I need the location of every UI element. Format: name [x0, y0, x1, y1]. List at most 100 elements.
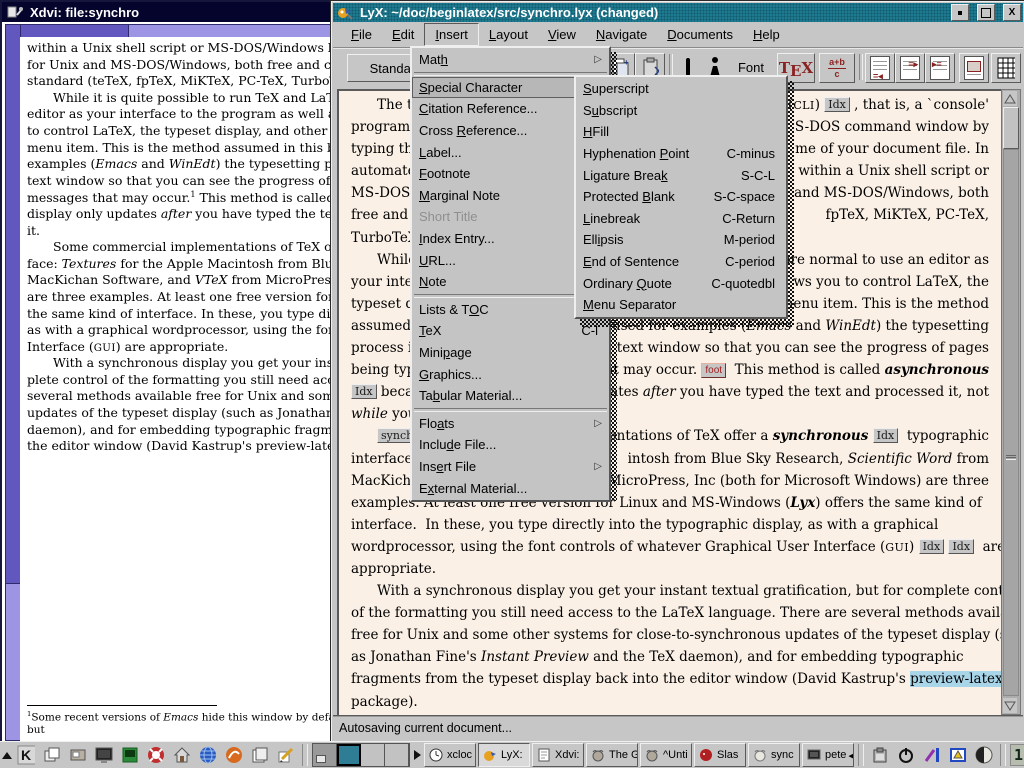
document-line: of the formatting you still need access …: [351, 605, 989, 627]
launcher-k-menu[interactable]: K: [14, 743, 38, 767]
xdvi-titlebar[interactable]: Xdvi: file:synchro: [2, 2, 338, 22]
scrollbar-track[interactable]: [1003, 149, 1019, 696]
scroll-down-arrow[interactable]: [1003, 698, 1017, 713]
panel-separator: [858, 744, 864, 766]
idx-inset[interactable]: Idx: [873, 428, 899, 443]
task-button-xdvi[interactable]: Xdvi:: [532, 743, 584, 767]
pager-desktop-3[interactable]: [361, 744, 385, 766]
xdvi-text: within a Unix shell script or MS-DOS/Win…: [27, 40, 338, 455]
svg-text:+: +: [624, 58, 629, 67]
launcher-desktop-files[interactable]: [66, 743, 90, 767]
svg-text:K: K: [21, 747, 31, 763]
menu-item-ordinary-quote[interactable]: Ordinary QuoteC-quotedbl: [576, 272, 786, 294]
xdvi-horizontal-scrollbar[interactable]: [20, 24, 338, 38]
applet-paint-tool[interactable]: [920, 743, 944, 767]
task-button-the-g[interactable]: The G: [586, 743, 638, 767]
idx-inset[interactable]: Idx: [824, 97, 850, 112]
lcd-clock[interactable]: 12:31: [1010, 744, 1024, 766]
menu-item-minipage[interactable]: Minipage: [412, 342, 609, 364]
launcher-terminal[interactable]: [92, 743, 116, 767]
idx-inset[interactable]: Idx: [948, 539, 974, 554]
taskbar-expand-arrow[interactable]: [412, 743, 422, 767]
foot-inset[interactable]: foot: [701, 363, 726, 378]
menu-item-external-material[interactable]: External Material...: [412, 477, 609, 499]
idx-inset[interactable]: Idx: [351, 384, 377, 399]
xdvi-line: text window so that you can see the prog…: [27, 173, 338, 190]
menu-item-floats[interactable]: Floats▷: [412, 413, 609, 435]
menubar-help[interactable]: Help: [743, 24, 790, 45]
task-button-xcloc[interactable]: xcloc: [424, 743, 476, 767]
xdvi-vertical-scrollbar[interactable]: [5, 24, 21, 741]
task-button-unti[interactable]: ^Unti: [640, 743, 692, 767]
launcher-konqueror[interactable]: [222, 743, 246, 767]
xdvi-hscroll-thumb[interactable]: [21, 25, 129, 37]
menubar-layout[interactable]: Layout: [479, 24, 538, 45]
lyx-titlebar[interactable]: LyX: ~/doc/beginlatex/src/synchro.lyx (c…: [333, 3, 1023, 22]
menu-item-subscript[interactable]: Subscript: [576, 100, 786, 122]
menubar-documents[interactable]: Documents: [657, 24, 743, 45]
close-button[interactable]: X: [1003, 4, 1021, 21]
launcher-news[interactable]: [248, 743, 272, 767]
menu-item-tabular-material[interactable]: Tabular Material...: [412, 385, 609, 407]
scrollbar-thumb[interactable]: [1003, 107, 1019, 149]
applet-logout-power[interactable]: [894, 743, 918, 767]
menu-item-insert-file[interactable]: Insert File▷: [412, 456, 609, 478]
pager-desktop-1[interactable]: [313, 744, 337, 766]
menu-item-hfill[interactable]: HFill: [576, 121, 786, 143]
math-fraction-button[interactable]: a+bc: [819, 53, 855, 83]
task-button-pete[interactable]: pete◂: [802, 743, 854, 767]
paint-tool-icon: [923, 746, 941, 764]
console-icon: [121, 746, 139, 764]
menubar-view[interactable]: View: [538, 24, 586, 45]
launcher-window-list[interactable]: [40, 743, 64, 767]
person-icon: [706, 58, 724, 76]
submenu-arrow-icon: ▷: [594, 54, 602, 65]
applet-klipper[interactable]: [868, 743, 892, 767]
task-overflow-arrow[interactable]: ◂: [848, 749, 854, 762]
insert-footnote-button[interactable]: =◂: [865, 53, 895, 83]
applet-alarm[interactable]: [946, 743, 970, 767]
pager-desktop-2[interactable]: [337, 744, 361, 766]
lyx-vertical-scrollbar[interactable]: [1001, 89, 1021, 715]
insert-citation-button[interactable]: ▸≡: [925, 53, 955, 83]
menu-item-include-file[interactable]: Include File...: [412, 434, 609, 456]
insert-margin-note-button[interactable]: ≡▸: [895, 53, 925, 83]
menu-item-ellipsis[interactable]: EllipsisM-period: [576, 229, 786, 251]
launcher-home[interactable]: [170, 743, 194, 767]
menu-item-linebreak[interactable]: LinebreakC-Return: [576, 208, 786, 230]
pager-desktop-4[interactable]: [385, 744, 409, 766]
menu-item-menu-separator[interactable]: Menu Separator: [576, 294, 786, 316]
scroll-up-arrow[interactable]: [1003, 91, 1017, 106]
menu-item-end-of-sentence[interactable]: End of SentenceC-period: [576, 251, 786, 273]
menu-item-protected-blank[interactable]: Protected BlankS-C-space: [576, 186, 786, 208]
gnu-white-icon: [751, 746, 769, 764]
launcher-editor-pen[interactable]: [274, 743, 298, 767]
menubar-file[interactable]: File: [341, 24, 382, 45]
launcher-console[interactable]: [118, 743, 142, 767]
minimize-button[interactable]: [951, 4, 969, 21]
menubar-navigate[interactable]: Navigate: [586, 24, 657, 45]
idx-inset[interactable]: Idx: [919, 539, 945, 554]
applet-moon-phase[interactable]: [972, 743, 996, 767]
menu-separator: [414, 408, 607, 412]
menu-item-math[interactable]: Math▷: [412, 49, 609, 71]
menubar-insert[interactable]: Insert: [424, 23, 479, 46]
menu-item-superscript[interactable]: Superscript: [576, 78, 786, 100]
web-browser-icon: [199, 746, 217, 764]
menu-item-hyphenation-point[interactable]: Hyphenation PointC-minus: [576, 143, 786, 165]
launcher-web-browser[interactable]: [196, 743, 220, 767]
maximize-button[interactable]: [977, 4, 995, 21]
panel-hide-left[interactable]: [2, 743, 12, 767]
insert-figure-button[interactable]: [959, 53, 989, 83]
menu-item-ligature-break[interactable]: Ligature BreakS-C-L: [576, 164, 786, 186]
task-button-lyx[interactable]: LyX:: [478, 743, 530, 767]
task-button-sync[interactable]: sync: [748, 743, 800, 767]
menubar-edit[interactable]: Edit: [382, 24, 424, 45]
task-button-slas[interactable]: Slas: [694, 743, 746, 767]
desktop-pager[interactable]: [312, 743, 410, 767]
insert-table-button[interactable]: [991, 53, 1021, 83]
xdvi-vscroll-thumb[interactable]: [6, 25, 20, 584]
launcher-help[interactable]: [144, 743, 168, 767]
klipper-icon: [871, 746, 889, 764]
menu-item-graphics[interactable]: Graphics...: [412, 363, 609, 385]
